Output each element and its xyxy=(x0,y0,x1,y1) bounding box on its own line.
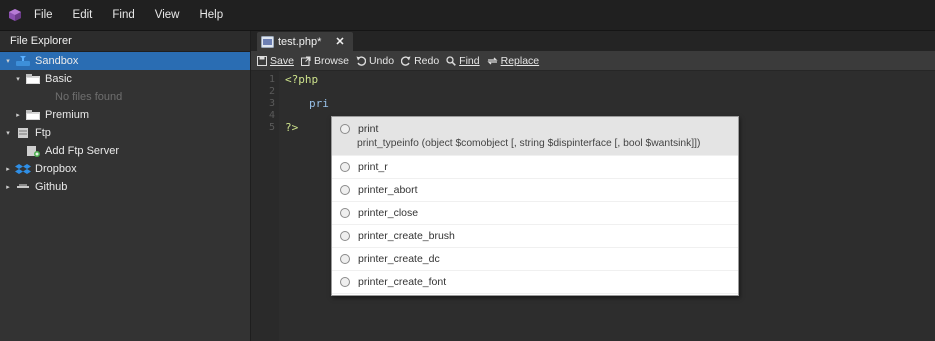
line-number: 2 xyxy=(268,86,275,97)
function-icon xyxy=(340,231,350,241)
autocomplete-popup: print print_typeinfo (object $comobject … xyxy=(331,116,739,296)
line-number: 1 xyxy=(268,74,275,85)
autocomplete-list: print_r printer_abort printer_closeprinter… xyxy=(332,156,738,294)
chevron-down-icon[interactable]: ▾ xyxy=(4,129,12,137)
file-explorer-panel: File Explorer ▾ Sandbox ▾ Basic No files fou… xyxy=(0,31,251,341)
replace-button[interactable]: Replace xyxy=(487,54,540,67)
line-number: 3 xyxy=(268,98,275,109)
menu-file[interactable]: File xyxy=(34,9,53,21)
autocomplete-item-selected[interactable]: print print_typeinfo (object $comobject … xyxy=(332,117,738,156)
sidebar-item-label: Basic xyxy=(45,73,72,85)
redo-button[interactable]: Redo xyxy=(401,55,439,67)
chevron-right-icon[interactable]: ▸ xyxy=(4,183,12,191)
menu-help[interactable]: Help xyxy=(199,9,223,21)
file-explorer-title: File Explorer xyxy=(0,31,250,52)
menu-find[interactable]: Find xyxy=(112,9,134,21)
code-line: pri xyxy=(309,97,329,110)
app-logo-icon xyxy=(9,9,21,21)
sidebar-item-label: Add Ftp Server xyxy=(45,145,119,157)
editor-toolbar: Save Browse Undo Redo Find Replace xyxy=(251,51,935,71)
autocomplete-item-label: printer_create_brush xyxy=(358,230,455,242)
undo-label: Undo xyxy=(368,54,395,67)
autocomplete-item-label: printer_close xyxy=(358,207,419,219)
tab-label: test.php* xyxy=(278,35,322,48)
sidebar-item-dropbox[interactable]: ▸ Dropbox xyxy=(0,160,250,178)
github-icon xyxy=(15,181,31,193)
sidebar-item-sandbox[interactable]: ▾ Sandbox xyxy=(0,52,250,70)
find-button[interactable]: Find xyxy=(446,54,480,67)
file-tree: ▾ Sandbox ▾ Basic No files found ▸ Premium ▾ Ftp… xyxy=(0,52,250,196)
autocomplete-item-label: printer_create_font xyxy=(358,276,447,288)
replace-label: Replace xyxy=(500,54,540,67)
sidebar-item-label: No files found xyxy=(55,91,123,103)
autocomplete-item-label: printer_abort xyxy=(358,184,418,196)
autocomplete-item-label: print xyxy=(358,123,379,135)
autocomplete-item-label: printer_create_dc xyxy=(358,253,440,265)
tab-close-icon[interactable]: ✕ xyxy=(335,35,344,48)
folder-icon xyxy=(25,73,41,85)
code-line: <?php xyxy=(285,73,319,86)
chevron-right-icon[interactable]: ▸ xyxy=(4,165,12,173)
autocomplete-item[interactable]: printer_close xyxy=(332,202,738,225)
line-number: 5 xyxy=(268,122,275,133)
chevron-down-icon[interactable]: ▾ xyxy=(14,75,22,83)
folder-icon xyxy=(25,109,41,121)
function-icon xyxy=(340,254,350,264)
find-label: Find xyxy=(459,54,480,67)
browse-button[interactable]: Browse xyxy=(300,54,349,67)
sidebar-item-label: Dropbox xyxy=(35,163,77,175)
function-icon xyxy=(340,162,350,172)
function-icon xyxy=(340,124,350,134)
line-number: 4 xyxy=(268,110,275,121)
dropbox-icon xyxy=(15,163,31,175)
code-line: ?> xyxy=(285,121,299,134)
replace-icon xyxy=(487,57,498,64)
sidebar-item-github[interactable]: ▸ Github xyxy=(0,178,250,196)
sidebar-item-label: Ftp xyxy=(35,127,51,139)
line-gutter: 1 2 3 4 5 xyxy=(251,71,279,341)
search-icon xyxy=(446,55,457,66)
server-icon xyxy=(15,127,31,139)
external-link-icon xyxy=(300,56,311,66)
menu-bar: File Edit Find View Help xyxy=(0,0,935,31)
autocomplete-item[interactable]: print_r xyxy=(332,156,738,179)
sidebar-item-no-files-found: No files found xyxy=(0,88,250,106)
sidebar-item-label: Premium xyxy=(45,109,90,121)
save-button[interactable]: Save xyxy=(257,55,294,67)
add-server-icon xyxy=(25,145,41,157)
autocomplete-item-label: print_r xyxy=(358,161,388,173)
sidebar-item-label: Github xyxy=(35,181,68,193)
save-label: Save xyxy=(270,54,294,67)
autocomplete-item[interactable]: printer_create_dc xyxy=(332,248,738,271)
redo-icon xyxy=(401,55,411,66)
autocomplete-signature: print_typeinfo (object $comobject [, str… xyxy=(357,138,701,149)
chevron-down-icon[interactable]: ▾ xyxy=(4,57,12,65)
save-icon xyxy=(257,55,267,66)
function-icon xyxy=(340,208,350,218)
tab-test-php[interactable]: test.php* ✕ xyxy=(257,32,353,51)
sidebar-item-ftp[interactable]: ▾ Ftp xyxy=(0,124,250,142)
undo-button[interactable]: Undo xyxy=(356,55,394,67)
php-file-icon xyxy=(261,35,274,48)
tab-bar: test.php* ✕ xyxy=(251,31,935,51)
autocomplete-item[interactable]: printer_create_font xyxy=(332,271,738,294)
chevron-right-icon[interactable]: ▸ xyxy=(14,111,22,119)
function-icon xyxy=(340,185,350,195)
sidebar-item-premium[interactable]: ▸ Premium xyxy=(0,106,250,124)
sidebar-item-add-ftp-server[interactable]: Add Ftp Server xyxy=(0,142,250,160)
sidebar-item-label: Sandbox xyxy=(35,55,79,67)
autocomplete-item[interactable]: printer_create_brush xyxy=(332,225,738,248)
menu-view[interactable]: View xyxy=(155,9,180,21)
function-icon xyxy=(340,277,350,287)
browse-label: Browse xyxy=(313,54,349,67)
undo-icon xyxy=(356,55,366,66)
redo-label: Redo xyxy=(414,54,440,67)
drive-icon xyxy=(15,55,31,67)
menu-edit[interactable]: Edit xyxy=(73,9,93,21)
sidebar-item-basic[interactable]: ▾ Basic xyxy=(0,70,250,88)
autocomplete-item[interactable]: printer_abort xyxy=(332,179,738,202)
